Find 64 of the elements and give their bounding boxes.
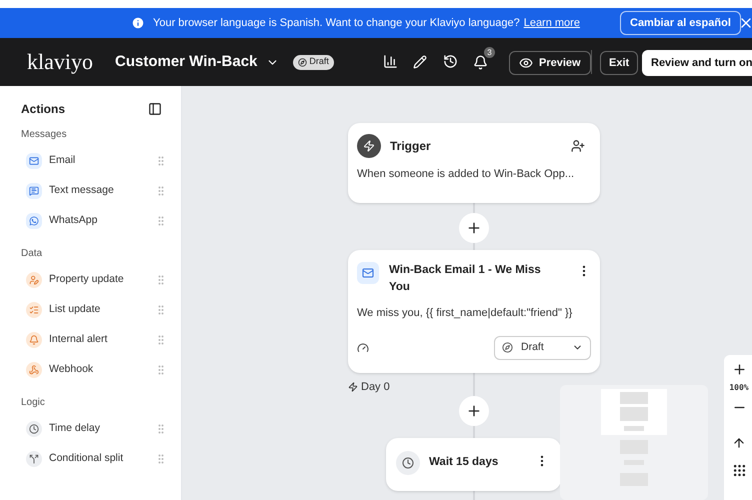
flow-name: Customer Win-Back xyxy=(115,52,258,72)
pencil-icon[interactable] xyxy=(413,55,427,69)
wait-card[interactable]: Wait 15 days xyxy=(386,438,561,490)
info-icon xyxy=(131,16,145,30)
action-item[interactable]: Webhook xyxy=(21,355,167,385)
card-title: Trigger xyxy=(390,138,432,155)
zoom-in-icon[interactable] xyxy=(732,362,746,377)
list-icon xyxy=(26,302,42,318)
logo: klaviyo xyxy=(27,51,93,73)
plus-icon xyxy=(466,402,482,418)
review-button[interactable]: Review and turn on xyxy=(642,50,752,76)
group-label: Logic xyxy=(21,396,46,410)
action-item[interactable]: Property update xyxy=(21,265,167,295)
add-step-button[interactable] xyxy=(459,396,489,426)
eye-icon xyxy=(519,56,533,70)
grid-icon[interactable] xyxy=(732,463,746,478)
panel-toggle-icon[interactable] xyxy=(148,102,162,116)
mail-icon xyxy=(26,153,42,169)
clock-icon xyxy=(26,421,42,437)
group-label: Data xyxy=(21,247,44,261)
webhook-icon xyxy=(26,362,42,378)
action-item[interactable]: Internal alert xyxy=(21,325,167,355)
user-edit-icon xyxy=(26,272,42,288)
lightning-icon xyxy=(348,382,358,392)
chart-icon[interactable] xyxy=(383,54,398,69)
zoom-level: 100% xyxy=(729,382,749,394)
switch-language-button[interactable]: Cambiar al español xyxy=(620,11,741,35)
add-step-button[interactable] xyxy=(459,213,489,243)
add-person-icon[interactable] xyxy=(571,139,585,153)
gauge-icon[interactable] xyxy=(357,342,369,354)
history-icon[interactable] xyxy=(443,54,458,69)
banner-message: Your browser language is Spanish. Want to change your Klaviyo language? xyxy=(153,16,520,31)
action-item[interactable]: Text message xyxy=(21,176,167,206)
notification-count: 3 xyxy=(484,47,495,58)
learn-more-link[interactable]: Learn more xyxy=(524,14,580,32)
compass-icon xyxy=(502,342,513,353)
lightning-icon xyxy=(357,134,381,158)
day-label: Day 0 xyxy=(361,380,390,395)
trigger-description: When someone is added to Win-Back Opp... xyxy=(357,167,576,182)
chat-icon xyxy=(26,183,42,199)
card-title: Wait 15 days xyxy=(429,454,500,470)
preview-button[interactable]: Preview xyxy=(509,51,591,75)
trigger-card[interactable]: Trigger When someone is added to Win-Back Opp... xyxy=(348,123,600,203)
email-preview-text: We miss you, {{ first_name|default:"friend" }} xyxy=(357,306,574,321)
plus-icon xyxy=(466,220,482,236)
action-item[interactable]: WhatsApp xyxy=(21,206,167,236)
group-label: Messages xyxy=(21,128,68,142)
exit-button[interactable]: Exit xyxy=(600,51,638,75)
email-card[interactable]: Win-Back Email 1 - We Miss You We miss you, {{ first_name|default:"friend" }} Draft xyxy=(348,250,600,373)
bell-icon[interactable] xyxy=(473,55,488,70)
card-title: Win-Back Email 1 - We Miss You xyxy=(389,263,542,295)
action-item[interactable]: Time delay xyxy=(21,414,167,444)
whatsapp-icon xyxy=(26,213,42,229)
action-item[interactable]: List update xyxy=(21,295,167,325)
bell-icon xyxy=(26,332,42,348)
compass-icon xyxy=(298,58,308,66)
status-dropdown[interactable]: Draft xyxy=(494,336,591,360)
action-item[interactable]: Conditional split xyxy=(21,444,167,474)
action-item[interactable]: Email xyxy=(21,146,167,176)
clock-icon xyxy=(396,450,420,474)
split-icon xyxy=(26,451,42,467)
mail-icon xyxy=(357,262,379,284)
sidebar-title: Actions xyxy=(21,101,66,118)
status-badge: Draft xyxy=(293,54,334,70)
